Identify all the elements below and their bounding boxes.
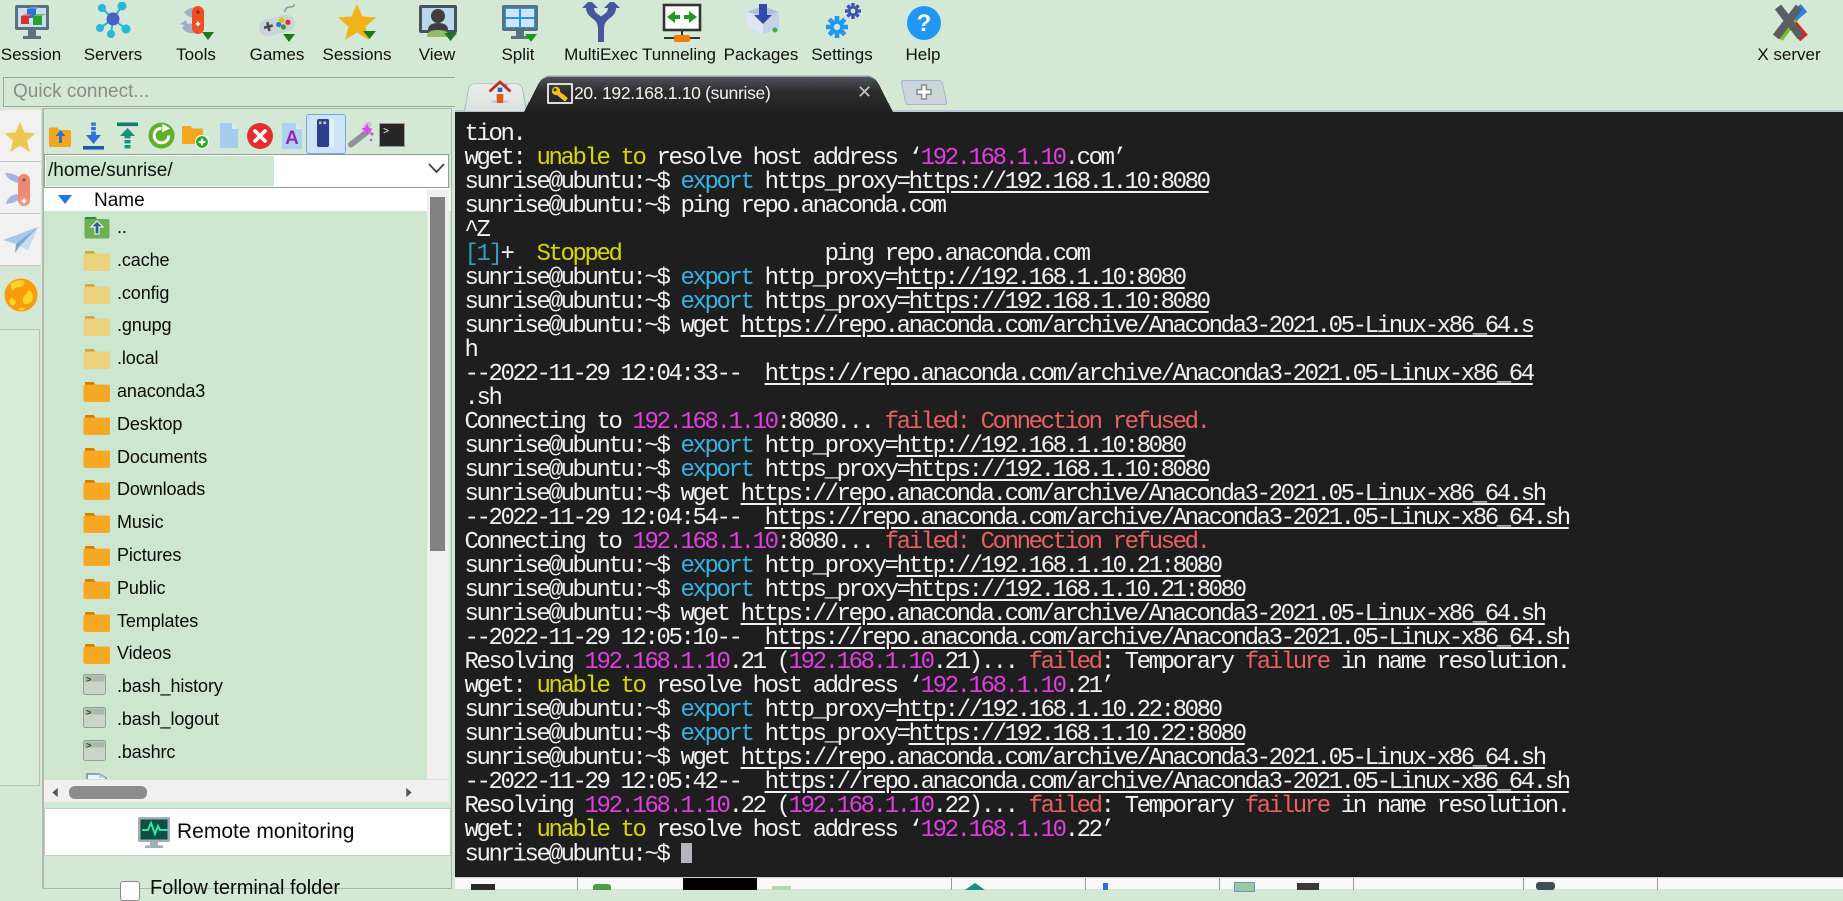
svg-text:A: A bbox=[285, 128, 299, 149]
svg-text:>: > bbox=[86, 676, 91, 686]
svg-text:>: > bbox=[86, 741, 91, 751]
svg-text:>: > bbox=[86, 709, 91, 719]
svg-text:?: ? bbox=[917, 10, 932, 37]
svg-text:>: > bbox=[383, 127, 389, 138]
